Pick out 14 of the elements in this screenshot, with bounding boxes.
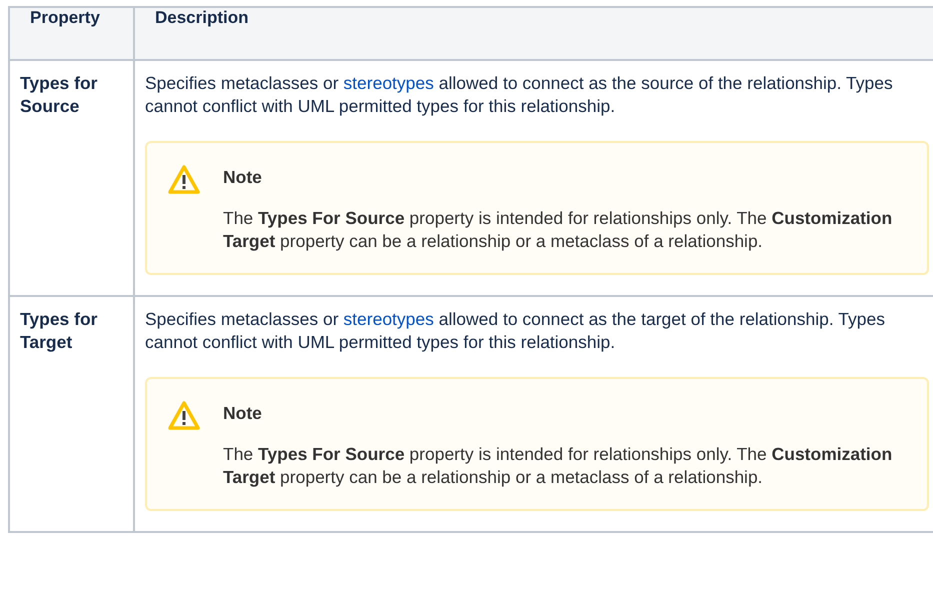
- description-text: Specifies metaclasses or stereotypes allowed to connect as the source of the relationship. Types cannot conflict with UML permitted types for this relationship.: [145, 72, 894, 118]
- property-cell: Types for Source: [9, 60, 134, 296]
- note-text: The Types For Source property is intended for relationships only. The Customization Target property can be a relationship or a metaclass of a relationship.: [223, 443, 894, 489]
- note-title: Note: [223, 403, 263, 424]
- note-title: Note: [223, 167, 263, 188]
- description-text: Specifies metaclasses or stereotypes allowed to connect as the target of the relationship. Types cannot conflict with UML permitted types for this relationship.: [145, 308, 886, 354]
- stereotypes-link[interactable]: stereotypes: [343, 309, 434, 329]
- stereotypes-link[interactable]: stereotypes: [343, 73, 434, 93]
- property-cell: Types for Target: [9, 296, 134, 532]
- warning-icon: [167, 163, 201, 197]
- column-header: Description: [134, 7, 933, 60]
- note-text: The Types For Source property is intended for relationships only. The Customization Target property can be a relationship or a metaclass of a relationship.: [223, 207, 894, 253]
- warning-icon: [167, 399, 201, 433]
- column-header: Property: [9, 7, 134, 60]
